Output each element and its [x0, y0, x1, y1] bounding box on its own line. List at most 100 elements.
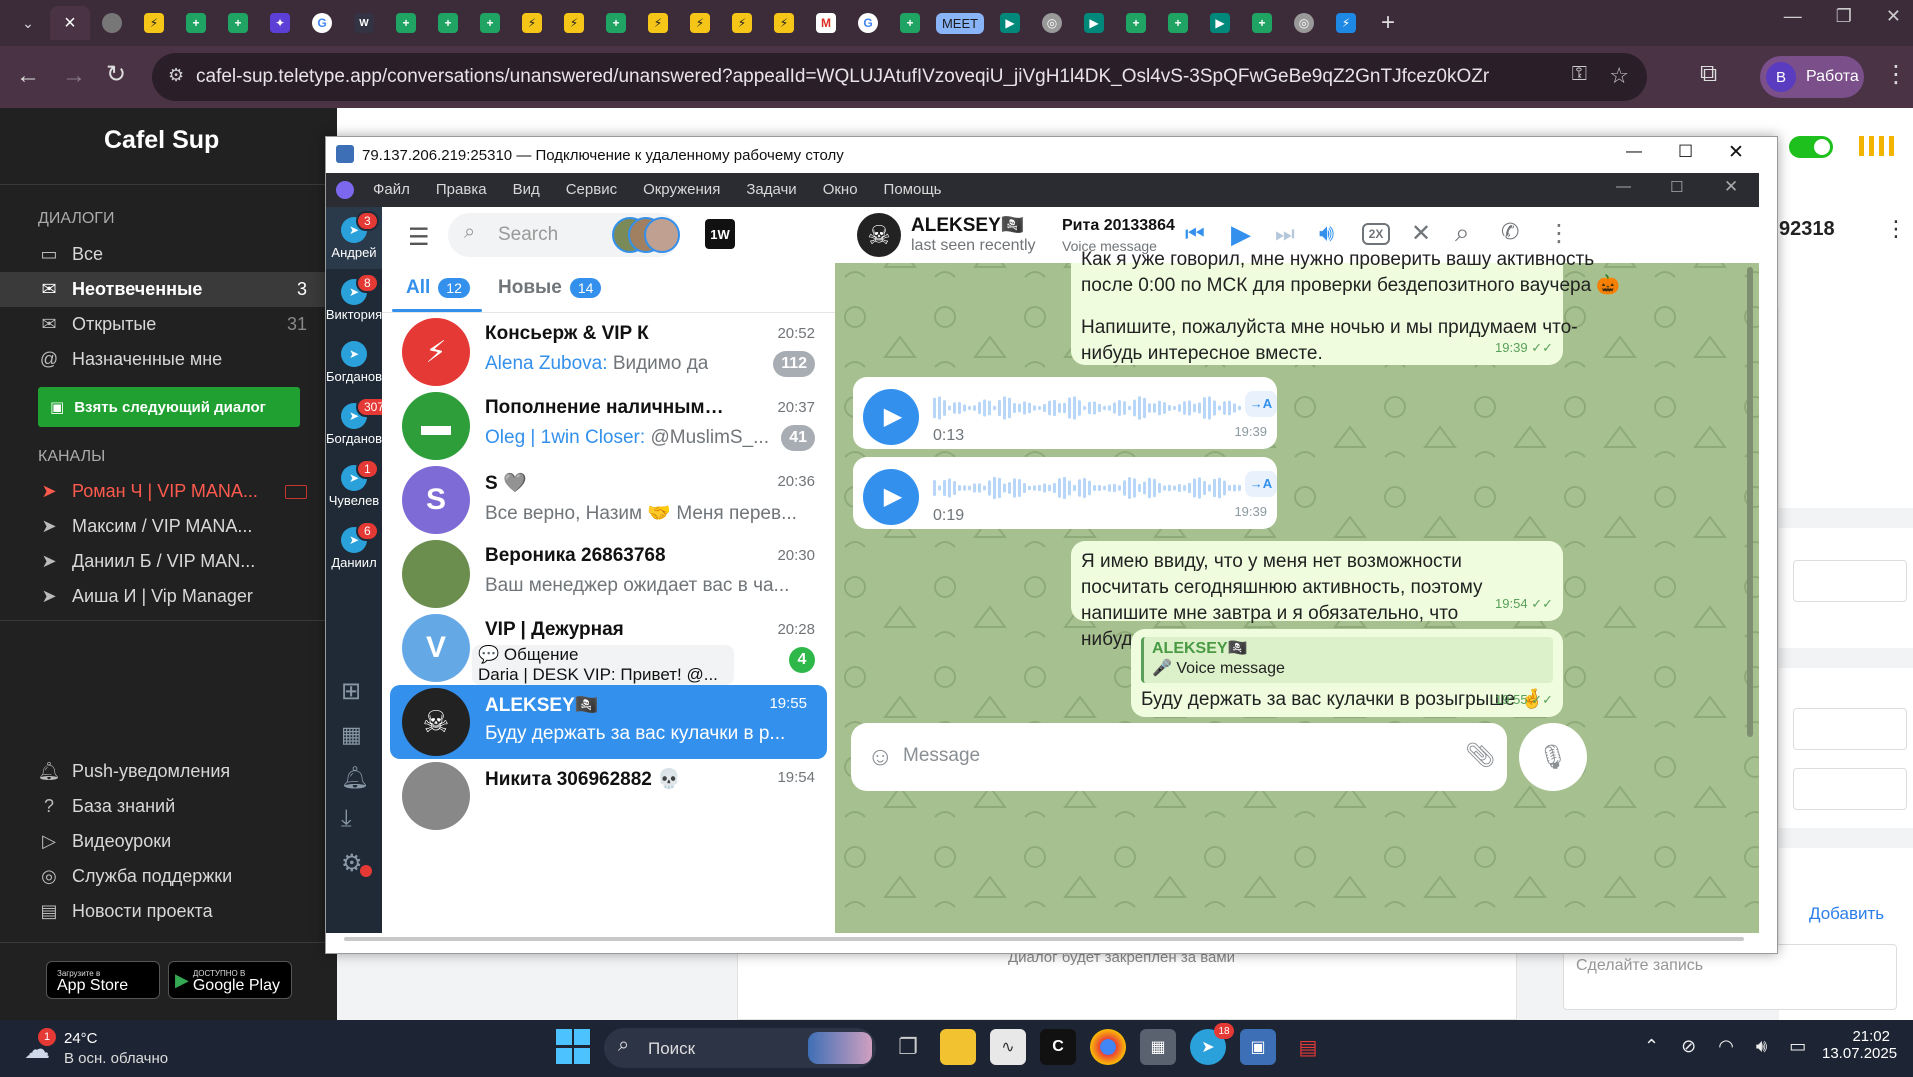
- folder-item[interactable]: ➤ Богданов: [326, 331, 382, 393]
- tab-item[interactable]: ⚡: [512, 6, 552, 40]
- tab-item[interactable]: G: [848, 6, 888, 40]
- stats-bars-icon[interactable]: [1859, 136, 1894, 156]
- folder-item[interactable]: ➤ Виктория 8: [326, 269, 382, 331]
- online-toggle[interactable]: [1789, 136, 1833, 158]
- menu-push-notifications[interactable]: 🔔︎ Push-уведомления: [0, 754, 337, 789]
- chat-title[interactable]: ALEKSEY🏴‍☠️: [911, 213, 1024, 237]
- tab-item[interactable]: ⚡: [554, 6, 594, 40]
- close-tab-icon[interactable]: ×: [64, 12, 76, 35]
- take-next-dialog-button[interactable]: ▣ Взять следующий диалог: [38, 387, 300, 427]
- side-field[interactable]: [1793, 768, 1907, 810]
- menu-item[interactable]: Окно: [823, 181, 858, 198]
- tab-item[interactable]: +: [1242, 6, 1282, 40]
- folder-item[interactable]: ➤ Богданов 3074: [326, 393, 399, 455]
- message-bubble-outgoing-reply[interactable]: ALEKSEY🏴‍☠️ 🎤 Voice message Буду держать…: [1131, 629, 1563, 717]
- tab-new[interactable]: Новые 14: [498, 277, 602, 299]
- menu-news[interactable]: ▤ Новости проекта: [0, 894, 337, 929]
- menu-support[interactable]: ◎ Служба поддержки: [0, 859, 337, 894]
- sidebar-item-open[interactable]: ✉ Открытые 31: [0, 307, 337, 342]
- channel-item[interactable]: ➤ Аиша И | Vip Manager: [0, 579, 337, 608]
- tab-item[interactable]: +: [386, 6, 426, 40]
- menu-item[interactable]: Окружения: [643, 181, 720, 198]
- menu-item[interactable]: Вид: [513, 181, 540, 198]
- tab-item[interactable]: +: [1158, 6, 1198, 40]
- search-icon[interactable]: ⌕: [1455, 217, 1470, 249]
- restore-icon[interactable]: ❐: [1836, 6, 1852, 27]
- tab-item[interactable]: ▶: [990, 6, 1030, 40]
- more-vertical-icon[interactable]: ⋮: [1547, 219, 1571, 248]
- tab-item[interactable]: M: [806, 6, 846, 40]
- address-bar[interactable]: ⚙ cafel-sup.teletype.app/conversations/u…: [152, 53, 1647, 101]
- chat-list-item[interactable]: Никита 306962882 💀 19:54: [382, 759, 835, 833]
- voice-play-button[interactable]: ▶: [863, 469, 919, 525]
- attach-icon[interactable]: 📎︎: [1465, 741, 1495, 770]
- channel-item[interactable]: ➤ Роман Ч | VIP MANA...: [0, 474, 337, 509]
- google-play-badge[interactable]: ▶ ДОСТУПНО В Google Play: [168, 961, 292, 999]
- chat-list-item[interactable]: Вероника 26863768 20:30 Ваш менеджер ожида…: [382, 537, 835, 611]
- chat-list-item[interactable]: ▬ Пополнение наличными ... 20:37 Oleg | 1wi…: [382, 389, 835, 463]
- close-player-icon[interactable]: ✕: [1411, 219, 1431, 248]
- tab-item[interactable]: +: [470, 6, 510, 40]
- tab-item[interactable]: +: [176, 6, 216, 40]
- chat-scrollbar[interactable]: [1747, 267, 1753, 737]
- 1win-icon[interactable]: 1W: [705, 219, 735, 249]
- tab-item[interactable]: ⚡: [722, 6, 762, 40]
- tab-item[interactable]: +: [596, 6, 636, 40]
- app-icon[interactable]: C: [1040, 1029, 1076, 1065]
- tab-item[interactable]: G: [302, 6, 342, 40]
- voice-record-button[interactable]: 🎙︎: [1519, 723, 1587, 791]
- add-note-link[interactable]: Добавить: [1809, 904, 1884, 924]
- side-field[interactable]: [1793, 560, 1907, 602]
- network-off-icon[interactable]: ⊘: [1681, 1036, 1696, 1057]
- rdp-horizontal-scrollbar[interactable]: [344, 937, 1744, 941]
- start-button[interactable]: [556, 1028, 590, 1064]
- playback-speed-button[interactable]: 2X: [1362, 223, 1390, 245]
- menu-item[interactable]: Задачи: [746, 181, 796, 198]
- tab-search-button[interactable]: ⌄: [8, 6, 48, 40]
- close-icon[interactable]: ✕: [1724, 177, 1738, 197]
- key-icon[interactable]: ⚿: [1572, 63, 1587, 86]
- folder-item[interactable]: ➤ Андрей 3: [326, 207, 382, 269]
- menu-item[interactable]: Помощь: [884, 181, 942, 198]
- chat-list-item[interactable]: S S 🩶 20:36 Все верно, Назим 🤝 Меня перев..…: [382, 463, 835, 537]
- menu-knowledge-base[interactable]: ? База знаний: [0, 789, 337, 824]
- side-field[interactable]: [1793, 708, 1907, 750]
- tab-item[interactable]: ⚡: [134, 6, 174, 40]
- minimize-icon[interactable]: —: [1626, 143, 1642, 161]
- site-info-icon[interactable]: ⚙: [168, 65, 184, 86]
- tab-item[interactable]: +: [890, 6, 930, 40]
- tab-item[interactable]: ⚡: [680, 6, 720, 40]
- file-explorer-icon[interactable]: [940, 1029, 976, 1065]
- wifi-icon[interactable]: ◠: [1718, 1036, 1734, 1057]
- calculator-icon[interactable]: ▦: [1140, 1029, 1176, 1065]
- transcribe-button[interactable]: →A: [1245, 471, 1277, 497]
- menu-item[interactable]: Сервис: [566, 181, 617, 198]
- reply-quote[interactable]: ALEKSEY🏴‍☠️ 🎤 Voice message: [1141, 637, 1553, 683]
- menu-video-tutorials[interactable]: ▷ Видеоуроки: [0, 824, 337, 859]
- speaker-icon[interactable]: 🔊︎: [1756, 1036, 1767, 1057]
- minimize-icon[interactable]: —: [1784, 6, 1802, 27]
- task-view-icon[interactable]: ❐: [890, 1029, 926, 1065]
- forward-arrow-icon[interactable]: →: [62, 62, 86, 90]
- more-menu-icon[interactable]: ⋮: [1884, 60, 1908, 89]
- clock[interactable]: 21:02 13.07.2025: [1822, 1028, 1897, 1062]
- tab-item[interactable]: +: [1116, 6, 1156, 40]
- tab-item[interactable]: W: [344, 6, 384, 40]
- chat-list-item[interactable]: V VIP | Дежурная 20:28 💬 Общение Daria | DES…: [382, 611, 835, 685]
- more-vertical-icon[interactable]: ⋮: [1885, 216, 1907, 242]
- weather-widget[interactable]: ☁ 1 24°C В осн. облачно: [24, 1028, 234, 1072]
- sidebar-item-all[interactable]: ▭ Все: [0, 237, 337, 272]
- app-store-badge[interactable]: Загрузите в App Store: [46, 961, 160, 999]
- voice-play-button[interactable]: ▶: [863, 389, 919, 445]
- extensions-icon[interactable]: ⧉: [1700, 60, 1717, 88]
- new-tab-button[interactable]: +: [1368, 6, 1408, 40]
- close-icon[interactable]: ✕: [1886, 6, 1901, 27]
- reload-icon[interactable]: ↻: [106, 60, 126, 89]
- taskbar-search[interactable]: ⌕ Поиск: [604, 1028, 876, 1068]
- tab-item[interactable]: ✦: [260, 6, 300, 40]
- tab-all[interactable]: All 12: [406, 277, 470, 299]
- tab-item[interactable]: ▶: [1200, 6, 1240, 40]
- back-arrow-icon[interactable]: ←: [16, 62, 40, 90]
- channel-item[interactable]: ➤ Максим / VIP MANA...: [0, 509, 337, 544]
- message-bubble-outgoing[interactable]: Я имею ввиду, что у меня нет возможности…: [1071, 541, 1563, 650]
